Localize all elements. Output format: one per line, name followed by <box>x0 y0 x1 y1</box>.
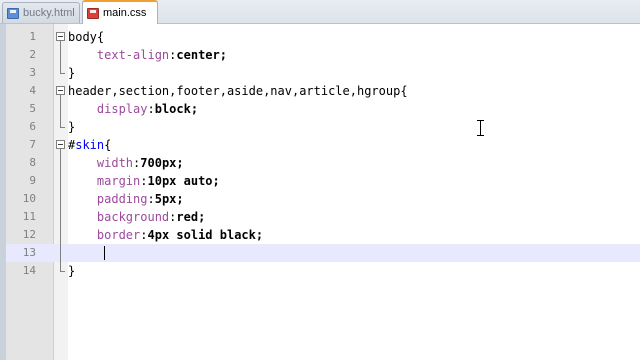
css-property: background <box>96 210 170 224</box>
css-value: center; <box>176 48 227 62</box>
css-selector: header,section,footer,aside,nav,article,… <box>68 84 401 98</box>
fold-line <box>54 64 68 82</box>
unsaved-file-icon <box>87 7 99 19</box>
code-line[interactable]: 2 text-align:center; <box>6 46 640 64</box>
code-text: display:block; <box>96 102 199 116</box>
fold-line <box>54 244 68 262</box>
code-line[interactable]: 12 border:4px solid black; <box>6 226 640 244</box>
code-text: } <box>68 119 75 135</box>
tab-label: bucky.html <box>23 7 75 19</box>
fold-line <box>54 154 68 172</box>
css-value: red; <box>176 210 206 224</box>
code-line[interactable]: 6} <box>6 118 640 136</box>
css-id-name: skin <box>75 138 105 152</box>
code-text: } <box>68 65 75 81</box>
brace: } <box>68 66 76 80</box>
line-number: 9 <box>29 174 36 187</box>
brace: { <box>104 138 112 152</box>
line-number: 4 <box>29 84 36 97</box>
line-number: 12 <box>22 228 36 241</box>
line-number: 13 <box>22 246 36 259</box>
css-property: display <box>96 102 148 116</box>
code-line[interactable]: 3} <box>6 64 640 82</box>
css-property: padding <box>96 192 148 206</box>
fold-line <box>54 226 68 244</box>
line-number: 6 <box>29 120 36 133</box>
mouse-ibeam-cursor <box>476 120 485 136</box>
tab-main-css[interactable]: main.css <box>82 0 158 24</box>
line-number: 14 <box>22 264 36 277</box>
code-text: text-align:center; <box>96 48 227 62</box>
text-caret <box>104 246 105 260</box>
code-text: border:4px solid black; <box>96 228 264 242</box>
css-selector: body <box>68 30 97 44</box>
tab-bar: bucky.html main.css <box>0 0 640 24</box>
fold-toggle-icon[interactable] <box>54 136 68 154</box>
code-line[interactable]: 11 background:red; <box>6 208 640 226</box>
css-value: 5px; <box>154 192 184 206</box>
line-number: 7 <box>29 138 36 151</box>
code-line[interactable]: 7 #skin{ <box>6 136 640 154</box>
brace: } <box>68 120 76 134</box>
code-line[interactable]: 9 margin:10px auto; <box>6 172 640 190</box>
fold-line <box>54 46 68 64</box>
line-number: 8 <box>29 156 36 169</box>
line-number: 5 <box>29 102 36 115</box>
fold-toggle-icon[interactable] <box>54 28 68 46</box>
fold-toggle-icon[interactable] <box>54 82 68 100</box>
fold-line <box>54 262 68 280</box>
css-value: 4px solid black; <box>147 228 264 242</box>
line-number: 3 <box>29 66 36 79</box>
css-value: 10px auto; <box>147 174 220 188</box>
css-property: margin <box>96 174 141 188</box>
tab-bucky-html[interactable]: bucky.html <box>2 2 80 23</box>
code-line[interactable]: 1 body{ <box>6 28 640 46</box>
fold-line <box>54 190 68 208</box>
fold-line <box>54 208 68 226</box>
code-text: } <box>68 263 75 279</box>
code-editor[interactable]: 1 body{2 text-align:center; 3} 4 header,sect… <box>0 24 640 360</box>
css-property: width <box>96 156 134 170</box>
code-line[interactable]: 4 header,section,footer,aside,nav,article… <box>6 82 640 100</box>
line-number: 10 <box>22 192 36 205</box>
line-number: 11 <box>22 210 36 223</box>
tab-label: main.css <box>103 7 147 19</box>
code-text: width:700px; <box>96 156 184 170</box>
css-value: block; <box>154 102 199 116</box>
line-number: 2 <box>29 48 36 61</box>
code-line[interactable]: 10 padding:5px; <box>6 190 640 208</box>
code-line[interactable]: 13 <box>6 244 640 262</box>
fold-line <box>54 118 68 136</box>
code-text: body{ <box>68 29 104 45</box>
code-text: background:red; <box>96 210 206 224</box>
code-text: header,section,footer,aside,nav,article,… <box>68 83 408 99</box>
code-line[interactable]: 8 width:700px; <box>6 154 640 172</box>
css-property: border <box>96 228 141 242</box>
brace: } <box>68 264 76 278</box>
code-text: margin:10px auto; <box>96 174 220 188</box>
line-number: 1 <box>29 30 36 43</box>
fold-line <box>54 100 68 118</box>
code-line[interactable]: 14} <box>6 262 640 280</box>
brace: { <box>400 84 408 98</box>
saved-file-icon <box>7 7 19 19</box>
fold-line <box>54 172 68 190</box>
css-property: text-align <box>96 48 170 62</box>
code-text: padding:5px; <box>96 192 184 206</box>
code-text: #skin{ <box>68 137 111 153</box>
code-line[interactable]: 5 display:block; <box>6 100 640 118</box>
brace: { <box>96 30 105 44</box>
css-value: 700px; <box>140 156 184 170</box>
